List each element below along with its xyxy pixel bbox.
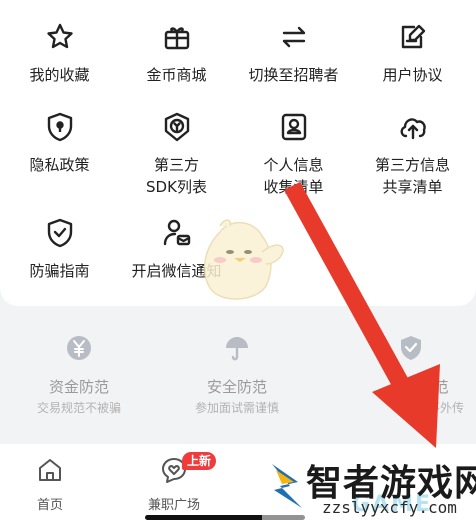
grid-label: 防骗指南 (29, 262, 90, 280)
watermark: GAME 智者游戏网 zzslyyxcfy.com (262, 452, 476, 524)
grid-item-privacy-policy[interactable]: 隐私政策 (0, 110, 119, 176)
home-icon (36, 456, 64, 488)
user-notify-icon (160, 216, 194, 250)
new-badge: 上新 (182, 452, 217, 470)
grid-label: 金币商城 (146, 66, 207, 84)
security-title: 私防范 (403, 378, 449, 396)
shield-check-icon (397, 334, 425, 366)
privacy-shield-icon (43, 110, 77, 144)
grid-label: 我的收藏 (29, 66, 90, 84)
grid-item-sdk-list[interactable]: 第三方 SDK列表 (117, 110, 236, 198)
security-item-privacy[interactable]: 私防范 不外传 (332, 334, 476, 416)
watermark-logo-icon (272, 464, 302, 508)
nav-home[interactable]: 首页 (0, 456, 100, 513)
agreement-edit-icon (396, 20, 430, 54)
security-item-funds[interactable]: 资金防范 交易规范不被骗 (0, 334, 158, 416)
security-title: 安全防范 (206, 378, 267, 396)
security-subtitle: 参加面试需谨慎 (194, 401, 279, 415)
watermark-url: zzslyyxcfy.com (322, 498, 457, 517)
check-shield-icon (43, 216, 77, 250)
grid-item-anti-fraud-guide[interactable]: 防骗指南 (0, 216, 119, 282)
grid-label: 切换至招聘者 (248, 66, 339, 84)
grid-item-switch-recruiter[interactable]: 切换至招聘者 (234, 20, 353, 86)
grid-label: 个人信息 收集清单 (263, 156, 324, 196)
security-item-safety[interactable]: 安全防范 参加面试需谨慎 (158, 334, 316, 416)
grid-label: 第三方 SDK列表 (146, 156, 207, 196)
grid-label: 第三方信息 共享清单 (374, 156, 450, 196)
security-subtitle: 交易规范不被骗 (36, 401, 121, 415)
gift-icon (160, 20, 194, 54)
switch-arrows-icon (277, 20, 311, 54)
nav-part-time-plaza[interactable]: 兼职广场 上新 (124, 452, 224, 513)
yen-shield-icon (65, 334, 93, 366)
security-subtitle: 不外传 (427, 401, 464, 415)
security-section: 资金防范 交易规范不被骗 安全防范 参加面试需谨慎 私防范 不外传 (0, 310, 476, 442)
profile-card-icon (277, 110, 311, 144)
grid-item-third-party-sharing[interactable]: 第三方信息 共享清单 (353, 110, 472, 198)
security-title: 资金防范 (48, 378, 109, 396)
grid-label: 隐私政策 (29, 156, 90, 174)
star-icon (43, 20, 77, 54)
nav-label: 兼职广场 (147, 498, 200, 513)
grid-label: 用户协议 (382, 66, 443, 84)
nav-label: 首页 (36, 498, 63, 513)
cloud-upload-icon (396, 110, 430, 144)
grid-item-favorites[interactable]: 我的收藏 (0, 20, 119, 86)
app-page: 我的收藏 金币商城 切换至招聘者 用户协议 隐私政策 第三方 SDK列表 个人信… (0, 0, 476, 524)
sdk-shield-icon (160, 110, 194, 144)
grid-item-coin-mall[interactable]: 金币商城 (117, 20, 236, 86)
services-card: 我的收藏 金币商城 切换至招聘者 用户协议 隐私政策 第三方 SDK列表 个人信… (0, 0, 476, 306)
grid-item-user-agreement[interactable]: 用户协议 (353, 20, 472, 86)
mascot-chick-icon (203, 219, 284, 300)
umbrella-icon (223, 334, 251, 366)
grid-item-personal-info[interactable]: 个人信息 收集清单 (234, 110, 353, 198)
